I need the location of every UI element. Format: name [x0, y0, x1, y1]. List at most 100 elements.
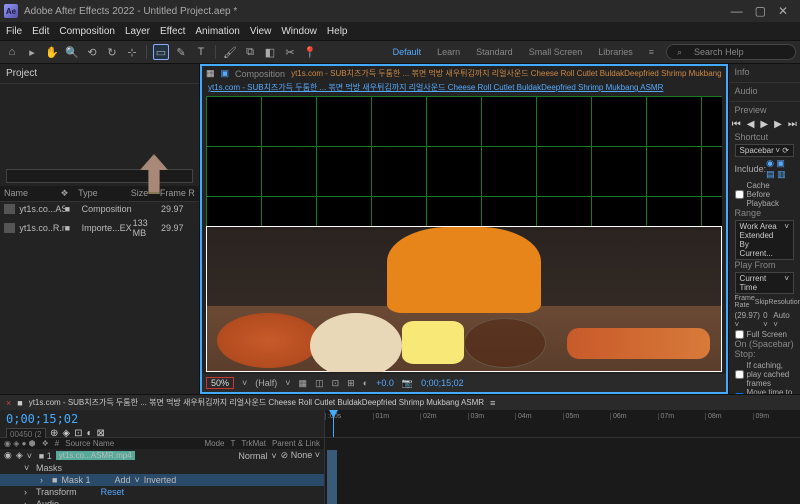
menu-animation[interactable]: Animation	[195, 26, 239, 37]
layer-name[interactable]: yt1s.co...ASMR.mp4	[56, 451, 135, 460]
timeline-tracks[interactable]	[325, 438, 800, 504]
current-time-display[interactable]: 0;00;15;02	[6, 412, 318, 426]
menu-effect[interactable]: Effect	[160, 26, 185, 37]
reset-button[interactable]: Reset	[101, 487, 125, 497]
menu-edit[interactable]: Edit	[32, 26, 49, 37]
viewer-btn[interactable]: ▦	[299, 378, 308, 389]
clone-tool[interactable]: ⧉	[242, 44, 258, 60]
composition-link[interactable]: yt1s.com - SUB치즈가득 두툼한 ... 볶면 먹방 새우튀김까지 …	[208, 83, 663, 92]
menu-layer[interactable]: Layer	[125, 26, 150, 37]
audio-panel[interactable]: Audio	[735, 86, 794, 96]
workspace-smallscreen[interactable]: Small Screen	[525, 45, 587, 59]
rectangle-tool[interactable]: ▭	[153, 44, 169, 60]
viewer-btn[interactable]: ⊡	[332, 378, 340, 389]
comp-tab-icon[interactable]: ▣	[221, 68, 230, 79]
project-item[interactable]: yt1s.co...ASMR■Composition29.97	[0, 202, 199, 216]
skip-dropdown[interactable]: 0 ˅	[763, 311, 773, 329]
menu-window[interactable]: Window	[281, 26, 317, 37]
zoom-tool[interactable]: 🔍	[64, 44, 80, 60]
viewer-btn[interactable]: ◫	[315, 378, 324, 389]
eraser-tool[interactable]: ◧	[262, 44, 278, 60]
close-button[interactable]: ✕	[778, 4, 788, 18]
viewer-btn[interactable]: ⊞	[347, 378, 355, 389]
playhead[interactable]	[333, 410, 334, 437]
anchor-tool[interactable]: ⊹	[124, 44, 140, 60]
viewer-footer: 50%˅ (Half)˅ ▦ ◫ ⊡ ⊞ ◐ +0.0 📷 0;00;15;02	[202, 374, 726, 392]
masks-group[interactable]: ˅Masks	[0, 462, 324, 474]
playfrom-dropdown[interactable]: Current Time˅	[735, 272, 794, 294]
composition-viewer[interactable]	[206, 96, 722, 372]
viewer-btn[interactable]: ◐	[363, 378, 368, 388]
composition-tab-label[interactable]: Composition	[235, 69, 285, 79]
layer-bar[interactable]	[327, 450, 337, 504]
hand-tool[interactable]: ✋	[44, 44, 60, 60]
menu-file[interactable]: File	[6, 26, 22, 37]
current-time[interactable]: 0;00;15;02	[421, 378, 464, 388]
rotate-tool[interactable]: ↻	[104, 44, 120, 60]
workspace-default[interactable]: Default	[389, 45, 426, 59]
snapshot-icon[interactable]: 📷	[402, 378, 413, 389]
pen-tool[interactable]: ✎	[173, 44, 189, 60]
workspace-libraries[interactable]: Libraries	[594, 45, 637, 59]
selection-tool[interactable]: ▸	[24, 44, 40, 60]
ifcaching-checkbox[interactable]	[735, 370, 744, 379]
mask-row[interactable]: ›■Mask 1 Add˅ Inverted	[0, 474, 324, 486]
maximize-button[interactable]: ▢	[755, 4, 766, 18]
resolution-dropdown[interactable]: (Half)	[255, 378, 277, 388]
shortcut-dropdown[interactable]: Spacebar˅ ⟳	[735, 144, 794, 157]
transform-group[interactable]: ›TransformReset	[0, 486, 324, 498]
composition-stage[interactable]	[206, 226, 722, 372]
mask-mode[interactable]: Add	[114, 475, 130, 485]
menu-help[interactable]: Help	[327, 26, 348, 37]
home-tool[interactable]: ⌂	[4, 44, 20, 60]
range-dropdown[interactable]: Work Area Extended By Current...˅	[735, 220, 794, 260]
app-logo: Ae	[4, 4, 18, 18]
audio-group[interactable]: ›Audio	[0, 498, 324, 504]
timeline-ruler[interactable]: :00s01m02m03m04m05m06m07m08m09m	[325, 410, 800, 437]
timeline-tab-icon[interactable]: ×	[6, 398, 11, 408]
puppet-tool[interactable]: 📍	[302, 44, 318, 60]
search-icon: ⌕	[673, 45, 686, 60]
workspace-more[interactable]: ≡	[645, 45, 658, 59]
roto-tool[interactable]: ✂	[282, 44, 298, 60]
zoom-dropdown[interactable]: 50%	[206, 377, 234, 389]
stage-food	[310, 313, 402, 372]
cache-checkbox[interactable]	[735, 190, 744, 199]
orbit-tool[interactable]: ⟲	[84, 44, 100, 60]
layer-row[interactable]: ◉◈˅■ 1 yt1s.co...ASMR.mp4 Normal˅ ⊘ None…	[0, 449, 324, 462]
fullscreen-checkbox[interactable]	[735, 330, 744, 339]
framerate-dropdown[interactable]: (29.97) ˅	[735, 311, 764, 329]
workspace-learn[interactable]: Learn	[433, 45, 464, 59]
type-tool[interactable]: T	[193, 44, 209, 60]
resolution-preview-dropdown[interactable]: Auto ˅	[773, 311, 794, 329]
play-button[interactable]: ▶	[760, 119, 768, 130]
project-search-input[interactable]	[6, 169, 193, 183]
project-item[interactable]: yt1s.co..R.mp4■Importe...EX133 MB29.97	[0, 216, 199, 240]
shortcut-label: Shortcut	[735, 132, 794, 142]
workspace-standard[interactable]: Standard	[472, 45, 517, 59]
prev-frame-button[interactable]: ◀	[747, 119, 755, 130]
brush-tool[interactable]: 🖌	[222, 44, 238, 60]
timeline-tab-name[interactable]: yt1s.com - SUB치즈가득 두툼한 ... 볶면 먹방 새우튀김까지 …	[29, 397, 484, 408]
info-panel[interactable]: Info	[735, 67, 794, 77]
blend-mode[interactable]: Normal	[238, 451, 267, 461]
menu-composition[interactable]: Composition	[59, 26, 115, 37]
first-frame-button[interactable]: ⏮	[732, 119, 741, 130]
exposure-value[interactable]: +0.0	[376, 378, 394, 388]
mask-inverted[interactable]: Inverted	[144, 475, 177, 485]
movetime-checkbox[interactable]	[735, 393, 744, 395]
right-panels: Info Audio Preview ⏮ ◀ ▶ ▶ ⏭ Shortcut Sp…	[728, 64, 800, 394]
search-help[interactable]: ⌕Search Help	[666, 44, 796, 60]
menu-bar: File Edit Composition Layer Effect Anima…	[0, 22, 800, 40]
menu-view[interactable]: View	[250, 26, 272, 37]
project-columns: Name❖TypeSizeFrame R	[0, 186, 199, 202]
composition-icon	[4, 204, 15, 214]
toolbar: ⌂ ▸ ✋ 🔍 ⟲ ↻ ⊹ ▭ ✎ T 🖌 ⧉ ◧ ✂ 📍 Default Le…	[0, 40, 800, 64]
next-frame-button[interactable]: ▶	[774, 119, 782, 130]
composition-panel: ▦ ▣ Composition yt1s.com - SUB치즈가득 두툼한 .…	[200, 64, 728, 394]
layer-tab-icon[interactable]: ▦	[206, 68, 215, 79]
parent-link[interactable]: ⊘ None ˅	[281, 450, 320, 461]
last-frame-button[interactable]: ⏭	[788, 119, 797, 130]
composition-tab-name: yt1s.com - SUB치즈가득 두툼한 ... 볶면 먹방 새우튀김까지 …	[291, 68, 721, 79]
minimize-button[interactable]: —	[731, 4, 743, 18]
